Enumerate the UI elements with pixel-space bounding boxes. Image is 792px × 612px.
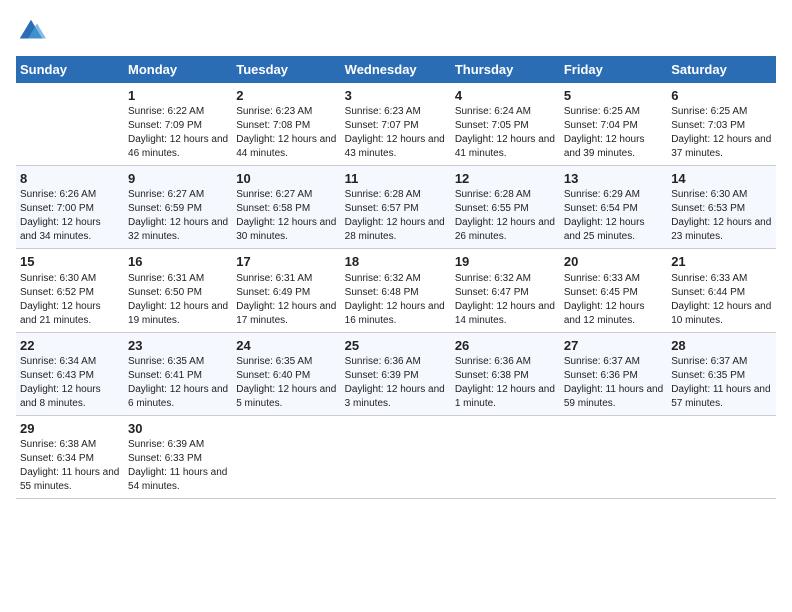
day-number: 18 [345,253,447,271]
calendar-cell: 18Sunrise: 6:32 AMSunset: 6:48 PMDayligh… [341,249,451,332]
calendar-cell: 28Sunrise: 6:37 AMSunset: 6:35 PMDayligh… [667,332,776,415]
calendar-cell: 5Sunrise: 6:25 AMSunset: 7:04 PMDaylight… [560,83,667,166]
day-number: 25 [345,337,447,355]
week-row-3: 15Sunrise: 6:30 AMSunset: 6:52 PMDayligh… [16,249,776,332]
day-number: 22 [20,337,120,355]
day-number: 20 [564,253,663,271]
day-number: 10 [236,170,336,188]
day-number: 3 [345,87,447,105]
day-number: 21 [671,253,772,271]
header-cell-monday: Monday [124,56,232,83]
day-number: 19 [455,253,556,271]
day-number: 15 [20,253,120,271]
day-number: 14 [671,170,772,188]
calendar-cell: 2Sunrise: 6:23 AMSunset: 7:08 PMDaylight… [232,83,340,166]
calendar-cell: 22Sunrise: 6:34 AMSunset: 6:43 PMDayligh… [16,332,124,415]
calendar-cell [451,415,560,498]
calendar-table: SundayMondayTuesdayWednesdayThursdayFrid… [16,56,776,499]
calendar-cell: 26Sunrise: 6:36 AMSunset: 6:38 PMDayligh… [451,332,560,415]
day-number: 28 [671,337,772,355]
calendar-cell: 13Sunrise: 6:29 AMSunset: 6:54 PMDayligh… [560,166,667,249]
calendar-cell: 4Sunrise: 6:24 AMSunset: 7:05 PMDaylight… [451,83,560,166]
header-row: SundayMondayTuesdayWednesdayThursdayFrid… [16,56,776,83]
calendar-cell: 25Sunrise: 6:36 AMSunset: 6:39 PMDayligh… [341,332,451,415]
calendar-cell: 12Sunrise: 6:28 AMSunset: 6:55 PMDayligh… [451,166,560,249]
calendar-cell: 16Sunrise: 6:31 AMSunset: 6:50 PMDayligh… [124,249,232,332]
day-number: 30 [128,420,228,438]
calendar-cell: 9Sunrise: 6:27 AMSunset: 6:59 PMDaylight… [124,166,232,249]
calendar-cell [560,415,667,498]
calendar-cell: 21Sunrise: 6:33 AMSunset: 6:44 PMDayligh… [667,249,776,332]
day-number: 17 [236,253,336,271]
logo-icon [16,16,46,46]
calendar-cell: 17Sunrise: 6:31 AMSunset: 6:49 PMDayligh… [232,249,340,332]
calendar-cell [232,415,340,498]
day-number: 16 [128,253,228,271]
day-number: 29 [20,420,120,438]
calendar-cell: 3Sunrise: 6:23 AMSunset: 7:07 PMDaylight… [341,83,451,166]
calendar-cell: 20Sunrise: 6:33 AMSunset: 6:45 PMDayligh… [560,249,667,332]
header-cell-sunday: Sunday [16,56,124,83]
day-number: 12 [455,170,556,188]
calendar-cell [341,415,451,498]
day-number: 4 [455,87,556,105]
header-cell-wednesday: Wednesday [341,56,451,83]
week-row-4: 22Sunrise: 6:34 AMSunset: 6:43 PMDayligh… [16,332,776,415]
header-cell-saturday: Saturday [667,56,776,83]
day-number: 13 [564,170,663,188]
calendar-cell [16,83,124,166]
calendar-cell: 29Sunrise: 6:38 AMSunset: 6:34 PMDayligh… [16,415,124,498]
day-number: 5 [564,87,663,105]
calendar-cell: 19Sunrise: 6:32 AMSunset: 6:47 PMDayligh… [451,249,560,332]
calendar-cell: 1Sunrise: 6:22 AMSunset: 7:09 PMDaylight… [124,83,232,166]
day-number: 11 [345,170,447,188]
week-row-2: 8Sunrise: 6:26 AMSunset: 7:00 PMDaylight… [16,166,776,249]
header-cell-friday: Friday [560,56,667,83]
day-number: 26 [455,337,556,355]
week-row-1: 1Sunrise: 6:22 AMSunset: 7:09 PMDaylight… [16,83,776,166]
calendar-cell: 8Sunrise: 6:26 AMSunset: 7:00 PMDaylight… [16,166,124,249]
calendar-cell: 14Sunrise: 6:30 AMSunset: 6:53 PMDayligh… [667,166,776,249]
calendar-cell: 24Sunrise: 6:35 AMSunset: 6:40 PMDayligh… [232,332,340,415]
calendar-cell: 30Sunrise: 6:39 AMSunset: 6:33 PMDayligh… [124,415,232,498]
day-number: 9 [128,170,228,188]
day-number: 24 [236,337,336,355]
day-number: 6 [671,87,772,105]
calendar-cell: 6Sunrise: 6:25 AMSunset: 7:03 PMDaylight… [667,83,776,166]
header-cell-tuesday: Tuesday [232,56,340,83]
day-number: 2 [236,87,336,105]
calendar-cell: 27Sunrise: 6:37 AMSunset: 6:36 PMDayligh… [560,332,667,415]
page-header [16,16,776,46]
day-number: 8 [20,170,120,188]
day-number: 23 [128,337,228,355]
header-cell-thursday: Thursday [451,56,560,83]
day-number: 1 [128,87,228,105]
logo [16,16,50,46]
calendar-cell: 10Sunrise: 6:27 AMSunset: 6:58 PMDayligh… [232,166,340,249]
calendar-cell [667,415,776,498]
calendar-cell: 11Sunrise: 6:28 AMSunset: 6:57 PMDayligh… [341,166,451,249]
day-number: 27 [564,337,663,355]
week-row-5: 29Sunrise: 6:38 AMSunset: 6:34 PMDayligh… [16,415,776,498]
calendar-cell: 23Sunrise: 6:35 AMSunset: 6:41 PMDayligh… [124,332,232,415]
calendar-cell: 15Sunrise: 6:30 AMSunset: 6:52 PMDayligh… [16,249,124,332]
